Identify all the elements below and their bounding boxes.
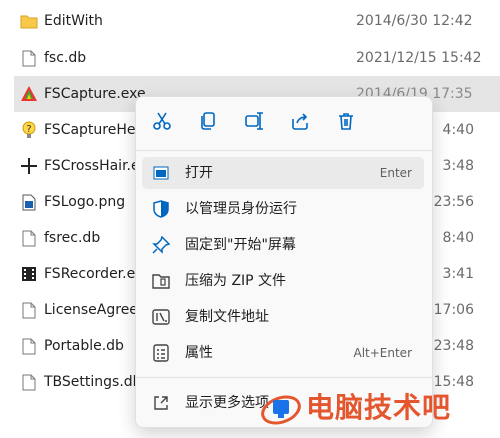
document-icon xyxy=(20,49,38,67)
copy-icon xyxy=(198,111,218,135)
menu-item-open[interactable]: 打开 Enter xyxy=(142,157,424,189)
menu-item-compress-zip[interactable]: 压缩为 ZIP 文件 xyxy=(142,265,424,297)
svg-text:?: ? xyxy=(26,124,31,135)
file-name: FSCaptureHel xyxy=(44,122,140,138)
cut-icon xyxy=(152,111,172,135)
list-item[interactable]: EditWith 2014/6/30 12:42 xyxy=(0,3,500,39)
properties-icon xyxy=(152,344,170,362)
file-name: FSCrossHair.ex xyxy=(44,158,148,174)
rename-button[interactable] xyxy=(240,109,268,137)
menu-item-copy-path[interactable]: 复制文件地址 xyxy=(142,301,424,333)
image-icon xyxy=(20,193,38,211)
file-date: 2014/6/30 12:42 xyxy=(356,13,473,29)
menu-item-pin-to-start[interactable]: 固定到"开始"屏幕 xyxy=(142,229,424,261)
menu-item-label: 以管理员身份运行 xyxy=(185,201,297,217)
file-name: EditWith xyxy=(44,13,103,29)
file-name: FSLogo.png xyxy=(44,194,126,210)
folder-icon xyxy=(20,12,38,30)
file-date: 4:40 xyxy=(442,122,474,138)
menu-item-label: 属性 xyxy=(185,345,213,361)
delete-icon xyxy=(336,111,356,135)
file-name: TBSettings.db xyxy=(44,374,142,390)
recorder-icon xyxy=(20,265,38,283)
document-icon xyxy=(20,337,38,355)
context-menu: 打开 Enter 以管理员身份运行 固定到"开始"屏幕 压缩为 ZIP 文件 复… xyxy=(135,96,433,428)
context-menu-toolbar xyxy=(136,97,432,149)
file-name: FSRecorder.ex xyxy=(44,266,144,282)
delete-button[interactable] xyxy=(332,109,360,137)
share-button[interactable] xyxy=(286,109,314,137)
document-icon xyxy=(20,373,38,391)
menu-divider xyxy=(136,377,432,378)
open-icon xyxy=(152,164,170,182)
file-date: 3:41 xyxy=(442,266,474,282)
watermark: 电脑技术吧 xyxy=(256,386,500,432)
menu-item-label: 复制文件地址 xyxy=(185,309,269,325)
file-name: Portable.db xyxy=(44,338,124,354)
watermark-logo-icon xyxy=(260,388,302,432)
menu-item-label: 打开 xyxy=(185,165,213,181)
watermark-text: 电脑技术吧 xyxy=(306,391,452,424)
document-icon xyxy=(20,301,38,319)
menu-divider xyxy=(136,150,432,151)
crosshair-icon xyxy=(20,157,38,175)
file-name: FSCapture.exe xyxy=(44,86,146,102)
file-name: LicenseAgreer xyxy=(44,302,144,318)
document-icon xyxy=(20,229,38,247)
zip-icon xyxy=(152,272,170,290)
menu-item-shortcut: Enter xyxy=(379,166,412,180)
rename-icon xyxy=(244,111,264,135)
menu-item-properties[interactable]: 属性 Alt+Enter xyxy=(142,337,424,369)
cut-button[interactable] xyxy=(148,109,176,137)
copy-path-icon xyxy=(152,308,170,326)
shield-icon xyxy=(152,200,170,218)
menu-item-label: 固定到"开始"屏幕 xyxy=(185,237,296,253)
file-date: 8:40 xyxy=(442,230,474,246)
more-options-icon xyxy=(152,394,170,412)
list-item[interactable]: fsc.db 2021/12/15 15:42 xyxy=(0,40,500,76)
menu-item-shortcut: Alt+Enter xyxy=(353,346,412,360)
file-name: fsc.db xyxy=(44,50,87,66)
share-icon xyxy=(290,111,310,135)
file-date: 2021/12/15 15:42 xyxy=(356,50,482,66)
app-icon xyxy=(20,85,38,103)
copy-button[interactable] xyxy=(194,109,222,137)
menu-item-label: 压缩为 ZIP 文件 xyxy=(185,273,287,289)
file-date: 17:06 xyxy=(433,302,474,318)
file-date: 3:48 xyxy=(442,158,474,174)
pin-icon xyxy=(152,236,170,254)
help-icon: ? xyxy=(20,121,38,139)
file-name: fsrec.db xyxy=(44,230,101,246)
menu-item-run-as-admin[interactable]: 以管理员身份运行 xyxy=(142,193,424,225)
